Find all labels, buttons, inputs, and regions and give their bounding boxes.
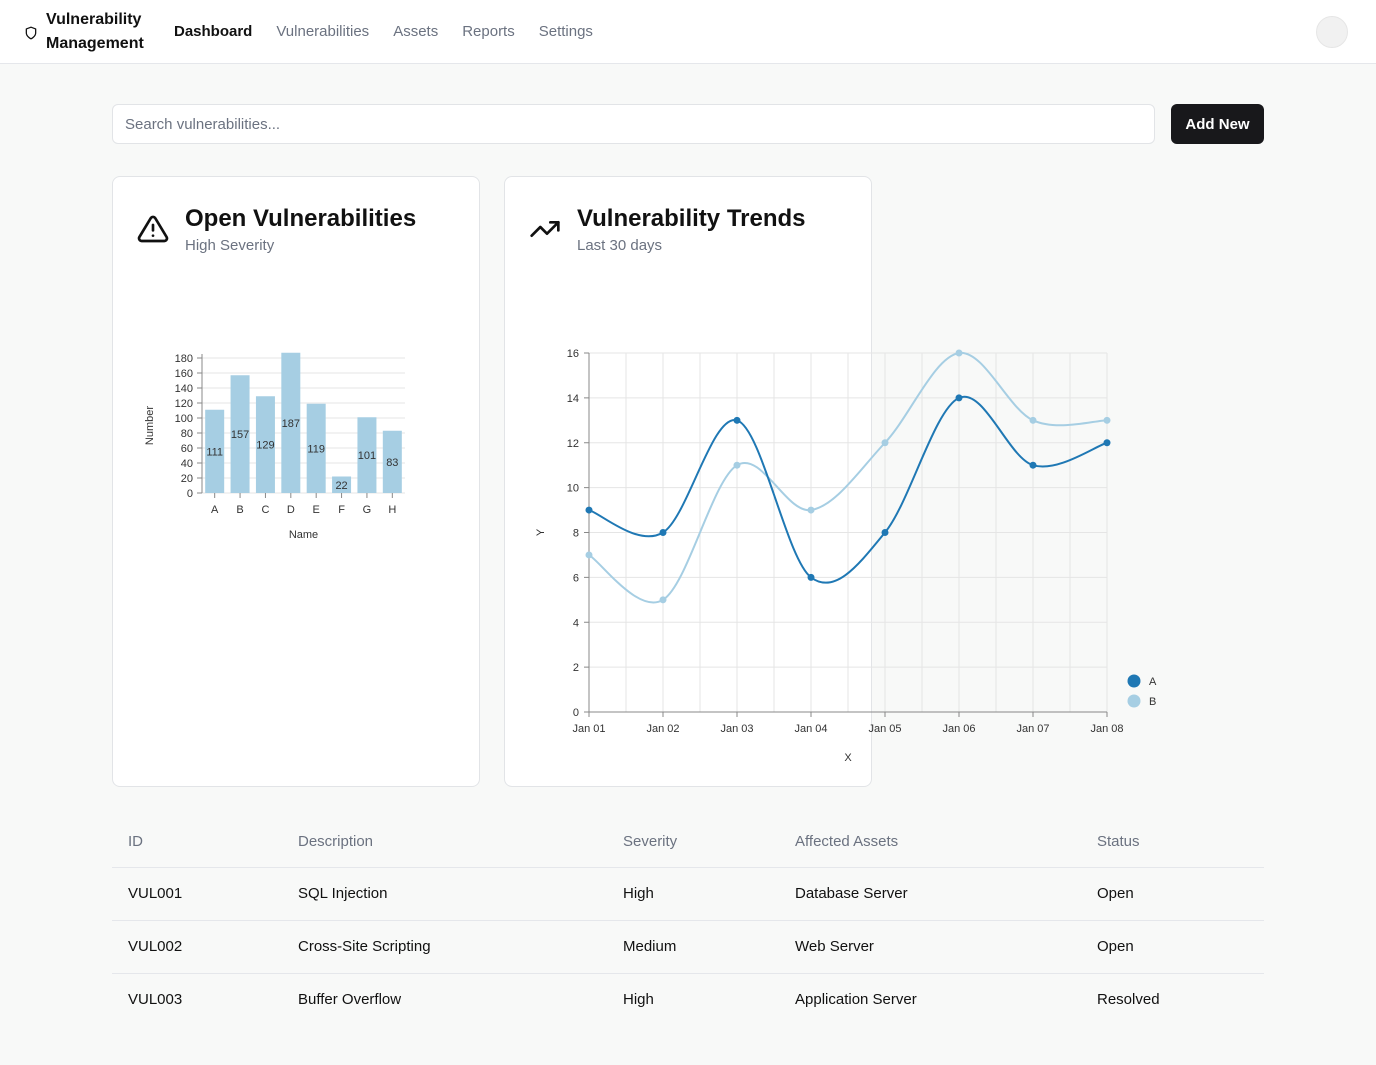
cell-id: VUL001 bbox=[112, 867, 282, 921]
y-tick-label: 2 bbox=[573, 662, 579, 674]
y-tick-label: 8 bbox=[573, 528, 579, 540]
cell-description: SQL Injection bbox=[282, 867, 607, 921]
cell-id: VUL002 bbox=[112, 920, 282, 974]
point-A bbox=[1029, 461, 1037, 469]
x-tick-label: Jan 05 bbox=[868, 723, 901, 735]
cell-assets: Web Server bbox=[779, 920, 1081, 974]
col-id: ID bbox=[112, 816, 282, 868]
point-A bbox=[807, 573, 815, 581]
point-A bbox=[659, 529, 667, 536]
col-description: Description bbox=[282, 816, 607, 868]
point-B bbox=[585, 551, 593, 559]
point-B bbox=[659, 596, 667, 604]
y-tick-label: 16 bbox=[567, 348, 579, 360]
point-A bbox=[1103, 439, 1111, 447]
cell-severity: High bbox=[623, 991, 654, 1009]
cell-description: Buffer Overflow bbox=[298, 991, 402, 1009]
x-axis-label: X bbox=[844, 752, 852, 764]
x-tick-label: Jan 02 bbox=[646, 723, 679, 735]
point-A bbox=[585, 506, 593, 514]
table-header-row: ID Description Severity Affected Assets … bbox=[112, 816, 1264, 868]
cell-severity: Medium bbox=[607, 920, 779, 974]
cell-description: Cross-Site Scripting bbox=[282, 920, 607, 974]
legend-swatch-B bbox=[1127, 694, 1141, 708]
x-tick-label: Jan 01 bbox=[572, 723, 605, 735]
point-B bbox=[1029, 416, 1037, 424]
y-tick-label: 14 bbox=[567, 393, 579, 405]
point-A bbox=[955, 394, 963, 402]
legend-label: A bbox=[1149, 676, 1157, 688]
cell-assets: Application Server bbox=[795, 991, 917, 1009]
x-tick-label: Jan 06 bbox=[942, 723, 975, 735]
point-B bbox=[955, 349, 963, 357]
x-tick-label: Jan 07 bbox=[1016, 723, 1049, 735]
y-tick-label: 10 bbox=[567, 483, 579, 495]
y-axis-label: Y bbox=[535, 528, 547, 536]
point-B bbox=[807, 506, 815, 514]
x-tick-label: Jan 08 bbox=[1090, 723, 1123, 735]
y-tick-label: 6 bbox=[573, 572, 579, 584]
point-B bbox=[881, 439, 889, 447]
cell-id: VUL003 bbox=[128, 991, 183, 1009]
table-row[interactable]: VUL003 Buffer Overflow High Application … bbox=[112, 973, 1264, 1026]
table-row[interactable]: VUL001 SQL Injection High Database Serve… bbox=[112, 867, 1264, 921]
cell-severity: High bbox=[607, 867, 779, 921]
point-B bbox=[1103, 416, 1111, 424]
table-row[interactable]: VUL002 Cross-Site Scripting Medium Web S… bbox=[112, 920, 1264, 974]
cell-status: Resolved bbox=[1097, 991, 1160, 1009]
x-tick-label: Jan 04 bbox=[794, 723, 827, 735]
point-A bbox=[881, 529, 889, 536]
y-tick-label: 0 bbox=[573, 707, 579, 719]
point-A bbox=[733, 416, 741, 424]
legend-label: B bbox=[1149, 696, 1156, 708]
col-affected-assets: Affected Assets bbox=[779, 816, 1081, 868]
cell-status: Open bbox=[1081, 867, 1264, 921]
legend-swatch-A bbox=[1127, 674, 1141, 688]
col-status: Status bbox=[1081, 816, 1264, 868]
col-severity: Severity bbox=[607, 816, 779, 868]
point-B bbox=[733, 461, 741, 469]
y-tick-label: 4 bbox=[573, 617, 579, 629]
vulnerabilities-table: ID Description Severity Affected Assets … bbox=[112, 816, 1264, 1026]
cell-assets: Database Server bbox=[779, 867, 1081, 921]
y-tick-label: 12 bbox=[567, 438, 579, 450]
cell-status: Open bbox=[1081, 920, 1264, 974]
x-tick-label: Jan 03 bbox=[720, 723, 753, 735]
